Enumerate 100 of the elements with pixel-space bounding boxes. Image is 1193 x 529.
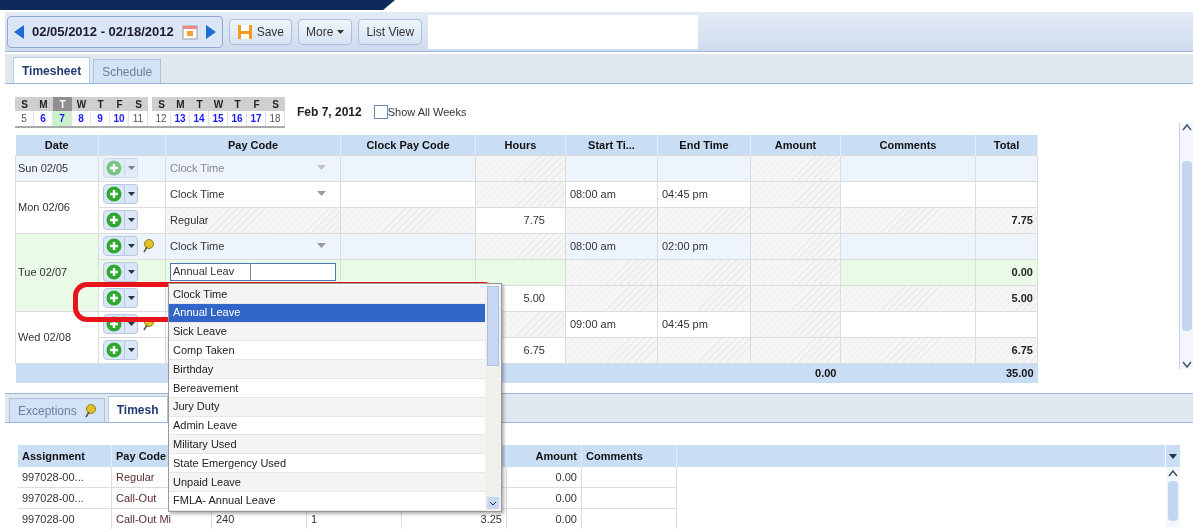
weekday-letter: F — [247, 96, 266, 111]
hours-value: 6.75 — [523, 343, 545, 356]
scrollbar[interactable] — [485, 284, 501, 511]
caret-button[interactable] — [125, 262, 138, 282]
total-value: 0.00 — [1011, 265, 1033, 278]
date-cell: Sun 02/05 — [15, 155, 99, 181]
scrollbar[interactable] — [1179, 123, 1193, 369]
scroll-down-icon[interactable] — [487, 497, 499, 509]
caret-button[interactable] — [125, 184, 138, 204]
table-cell: 0.00 — [507, 467, 582, 488]
table-cell: 0.00 — [507, 488, 582, 509]
weekday-letter: M — [34, 96, 53, 111]
save-button[interactable]: Save — [228, 18, 293, 45]
checkbox-label: Show All Weeks — [387, 104, 467, 120]
weekday-letter: S — [266, 96, 285, 111]
weekday-letter: W — [72, 96, 91, 111]
date-cell: Tue 02/07 — [15, 233, 99, 311]
caret-icon — [127, 296, 135, 300]
column-header: Pay Code — [165, 135, 341, 155]
total-value: 6.75 — [1011, 343, 1033, 356]
caret-icon — [127, 192, 135, 196]
column-header: Start Ti... — [565, 135, 658, 155]
pin-icon — [84, 403, 96, 418]
dropdown-option[interactable]: Clock Time — [169, 285, 485, 304]
more-button[interactable]: More — [298, 18, 353, 45]
weekday-letter: T — [53, 96, 72, 111]
previous-icon[interactable] — [14, 24, 24, 39]
caret-button[interactable] — [125, 340, 138, 360]
scroll-up-icon[interactable] — [1168, 469, 1178, 477]
start-time: 08:00 am — [570, 187, 616, 200]
caret-icon — [127, 348, 135, 352]
next-icon[interactable] — [205, 24, 216, 39]
caret-icon — [127, 218, 135, 222]
hours-value: 7.75 — [523, 213, 545, 226]
dropdown-option[interactable]: Military Used — [169, 435, 485, 455]
caret-icon — [127, 244, 135, 248]
scrollbar[interactable] — [1166, 467, 1180, 527]
date-cell: Mon 02/06 — [15, 181, 99, 233]
dropdown-option[interactable]: Birthday — [169, 360, 485, 379]
column-header: Total — [975, 135, 1038, 155]
caret-icon — [127, 166, 135, 170]
weekday-letter: F — [110, 96, 129, 111]
date-range: 02/05/2012 - 02/18/2012 — [32, 22, 174, 41]
scroll-up-icon[interactable] — [1181, 123, 1192, 131]
list-view-button[interactable]: List View — [358, 18, 423, 45]
save-icon — [236, 23, 253, 40]
weekday-letter: S — [152, 96, 171, 111]
calendar-icon[interactable] — [181, 23, 198, 40]
hours-value: 5.00 — [523, 291, 545, 304]
pay-code-field[interactable]: Annual Leav — [170, 262, 336, 281]
caret-button[interactable] — [125, 236, 138, 256]
weekday-letter: T — [190, 96, 209, 111]
end-time: 02:00 pm — [662, 239, 708, 252]
column-header: Amount — [535, 448, 577, 464]
start-time: 08:00 am — [570, 239, 616, 252]
dropdown-caret-icon — [317, 191, 326, 197]
table-cell: 997028-00... — [18, 467, 112, 488]
table-cell: 0.00 — [507, 509, 582, 529]
dropdown-option[interactable]: Comp Taken — [169, 341, 485, 361]
column-header: Hours — [475, 135, 566, 155]
column-header: End Time — [657, 135, 751, 155]
date-cell: Wed 02/08 — [15, 311, 99, 363]
column-header: Assignment — [22, 448, 85, 464]
weekday-letter: S — [129, 96, 148, 111]
show-all-weeks-checkbox[interactable] — [373, 105, 388, 119]
caret-icon — [127, 270, 135, 274]
start-time: 09:00 am — [570, 317, 616, 330]
scroll-down-icon[interactable] — [1181, 361, 1192, 369]
column-header: Clock Pay Code — [340, 135, 476, 155]
pay-code: Regular — [170, 212, 209, 228]
column-header: Amount — [750, 135, 841, 155]
caret-icon — [337, 29, 345, 34]
caret-icon — [127, 322, 135, 326]
dropdown-caret-icon — [317, 243, 326, 249]
column-header: Date — [15, 135, 99, 155]
end-time: 04:45 pm — [662, 187, 708, 200]
tab[interactable]: Timesh — [107, 396, 168, 422]
column-header: Comments — [840, 135, 976, 155]
caret-button[interactable] — [125, 288, 138, 308]
column-header: Comments — [586, 448, 643, 464]
column-header: Pay Code — [116, 448, 167, 464]
column-menu-button[interactable] — [1166, 445, 1180, 467]
weekday-letter: W — [209, 96, 228, 111]
tab[interactable]: Timesheet — [13, 57, 91, 83]
weekday-letter: T — [228, 96, 247, 111]
caret-button[interactable] — [125, 210, 138, 230]
grand-total: 35.00 — [1005, 367, 1034, 379]
table-cell: 997028-00... — [18, 488, 112, 509]
amount-total: 0.00 — [815, 367, 837, 379]
dropdown-option[interactable]: State Emergency Used — [169, 454, 485, 473]
end-time: 04:45 pm — [662, 317, 708, 330]
table-cell: 997028-00 — [18, 509, 112, 529]
total-value: 7.75 — [1011, 213, 1033, 226]
selected-date: Feb 7, 2012 — [297, 104, 362, 121]
caret-icon — [1169, 453, 1177, 459]
pin-icon — [143, 239, 154, 253]
weekday-letter: T — [91, 96, 110, 111]
total-value: 5.00 — [1011, 291, 1033, 304]
dropdown-caret-icon — [317, 165, 326, 171]
weekday-letter: M — [171, 96, 190, 111]
